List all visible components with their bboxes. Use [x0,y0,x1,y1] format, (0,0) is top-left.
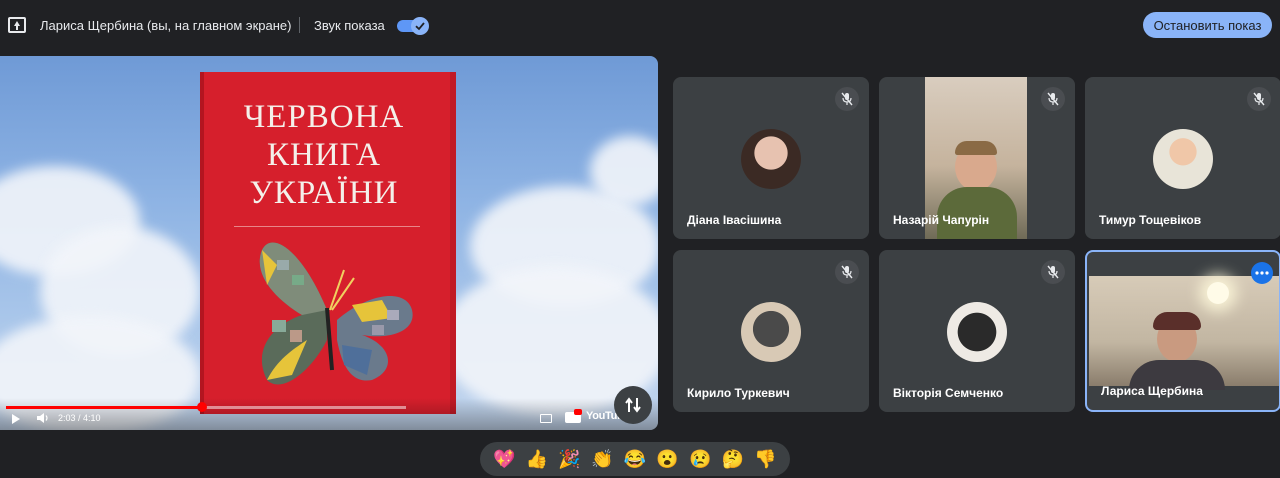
avatar [1153,129,1213,189]
book-rule [234,226,420,227]
video-controls: 2:03 / 4:10 YouTube [0,398,658,430]
participant-tile-self[interactable]: Лариса Щербина [1085,250,1280,412]
avatar [947,302,1007,362]
participant-name: Вікторія Семченко [893,386,1004,400]
mic-off-icon [1041,260,1065,284]
mic-off-icon [835,260,859,284]
avatar [741,129,801,189]
book-title-line: ЧЕРВОНА [243,99,405,135]
shared-video[interactable]: ЧЕРВОНА КНИГА УКРАЇНИ 2:03 / 4:10 YouTub… [0,56,658,430]
progress-handle[interactable] [197,402,207,412]
participant-name: Назарій Чапурін [893,213,990,227]
mic-off-icon [835,87,859,111]
presentation-bar: Лариса Щербина (вы, на главном экране) З… [0,8,1280,42]
participant-name: Лариса Щербина [1101,384,1203,398]
participant-name: Кирило Туркевич [687,386,790,400]
camera-feed [1089,276,1279,390]
participant-tile[interactable]: Діана Івасішина [673,77,869,239]
sound-label: Звук показа [314,18,385,33]
more-icon [1255,271,1269,275]
thumbs-up-icon[interactable]: 👍 [525,447,549,471]
participant-tile[interactable]: Тимур Тощевіков [1085,77,1280,239]
participant-name: Діана Івасішина [687,213,782,227]
party-popper-icon[interactable]: 🎉 [558,447,582,471]
progress-fill [6,406,202,409]
check-icon [411,17,429,35]
sad-face-icon[interactable]: 😢 [688,447,712,471]
swap-arrows-icon [625,397,641,413]
mic-off-icon [1041,87,1065,111]
sparkling-heart-icon[interactable]: 💖 [492,447,516,471]
surprised-face-icon[interactable]: 😮 [656,447,680,471]
present-screen-icon [8,17,26,33]
swap-layout-button[interactable] [614,386,652,424]
stop-presenting-button[interactable]: Остановить показ [1143,12,1272,38]
presenter-label: Лариса Щербина (вы, на главном экране) [40,18,292,33]
book-title-line: КНИГА [267,137,381,173]
book-title: ЧЕРВОНА КНИГА УКРАЇНИ [204,98,444,212]
participant-tile[interactable]: Кирило Туркевич [673,250,869,412]
sound-toggle[interactable] [397,17,429,35]
thumbs-down-icon[interactable]: 👎 [754,447,778,471]
play-icon[interactable] [12,414,20,424]
divider [299,17,300,33]
butterfly-icon [259,242,413,385]
tears-of-joy-icon[interactable]: 😂 [623,447,647,471]
captions-icon[interactable] [540,414,552,423]
video-time: 2:03 / 4:10 [58,413,101,423]
red-book-cover: ЧЕРВОНА КНИГА УКРАЇНИ [200,72,450,414]
reactions-bar: 💖 👍 🎉 👏 😂 😮 😢 🤔 👎 [480,442,790,476]
avatar [741,302,801,362]
participant-tile[interactable]: Назарій Чапурін [879,77,1075,239]
hd-badge-icon[interactable] [565,409,582,423]
clapping-hands-icon[interactable]: 👏 [590,447,614,471]
book-title-line: УКРАЇНИ [249,175,399,211]
participant-tile[interactable]: Вікторія Семченко [879,250,1075,412]
progress-bar[interactable] [6,402,406,412]
volume-icon[interactable] [36,412,50,424]
participant-name: Тимур Тощевіков [1099,213,1202,227]
thinking-face-icon[interactable]: 🤔 [721,447,745,471]
mic-off-icon [1247,87,1271,111]
more-options-button[interactable] [1251,262,1273,284]
